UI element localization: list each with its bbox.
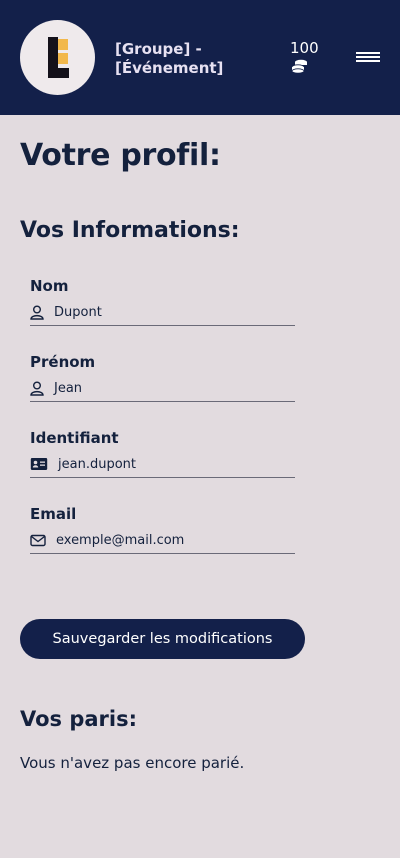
id-card-icon: [30, 458, 48, 470]
logo-icon: [48, 37, 69, 78]
save-button[interactable]: Sauvegarder les modifications: [20, 619, 305, 659]
field-value: Dupont: [54, 304, 102, 320]
field-value: exemple@mail.com: [56, 532, 185, 548]
field-identifiant: Identifiant jean.dupont: [30, 429, 295, 478]
field-nom: Nom Dupont: [30, 277, 295, 326]
user-icon: [30, 381, 44, 396]
app-header: [Groupe] - [Événement] 100: [0, 0, 400, 115]
brand-logo[interactable]: [20, 20, 95, 95]
hamburger-menu-icon[interactable]: [354, 50, 382, 66]
email-input[interactable]: exemple@mail.com: [30, 531, 295, 554]
coin-balance: 100: [290, 40, 330, 75]
nom-input[interactable]: Dupont: [30, 303, 295, 326]
page-title: Votre profil:: [20, 138, 221, 173]
identifiant-input[interactable]: jean.dupont: [30, 455, 295, 478]
group-event-title: [Groupe] - [Événement]: [115, 40, 224, 77]
field-value: Jean: [54, 380, 83, 396]
field-label: Prénom: [30, 353, 96, 371]
envelope-icon: [30, 534, 46, 546]
coins-icon: [291, 59, 307, 74]
prenom-input[interactable]: Jean: [30, 379, 295, 402]
section-title-informations: Vos Informations:: [20, 218, 240, 243]
field-label: Identifiant: [30, 429, 119, 447]
field-value: jean.dupont: [58, 456, 136, 472]
field-prenom: Prénom Jean: [30, 353, 295, 402]
field-label: Nom: [30, 277, 69, 295]
field-label: Email: [30, 505, 77, 523]
field-email: Email exemple@mail.com: [30, 505, 295, 554]
user-icon: [30, 305, 44, 320]
section-title-bets: Vos paris:: [20, 707, 137, 731]
coin-count: 100: [290, 39, 319, 57]
bets-empty-message: Vous n'avez pas encore parié.: [20, 754, 245, 772]
